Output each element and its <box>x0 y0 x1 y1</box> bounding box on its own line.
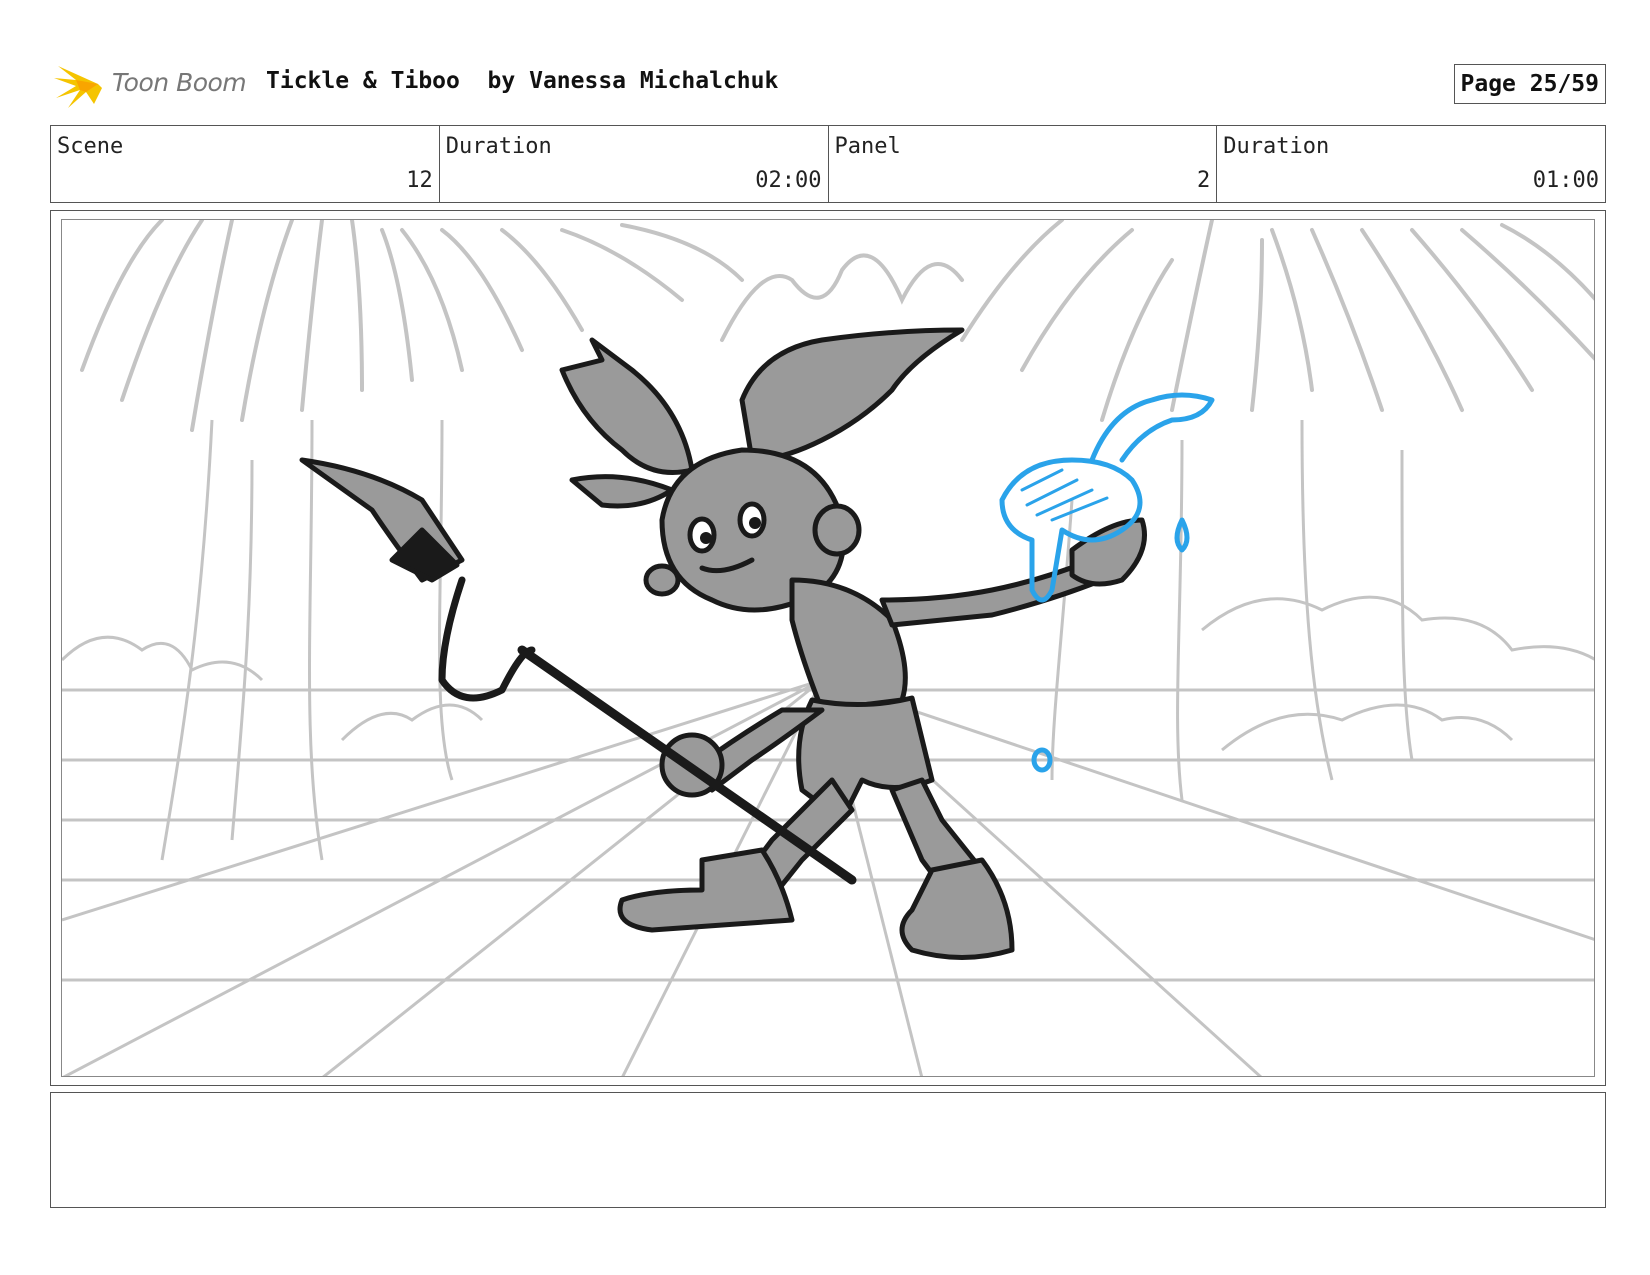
scene-duration-cell: Duration 02:00 <box>440 126 829 202</box>
panel-notes-box <box>50 1092 1606 1208</box>
panel-duration-value: 01:00 <box>1532 168 1599 193</box>
toon-boom-starburst-icon <box>54 66 102 108</box>
storyboard-panel-frame <box>50 210 1606 1086</box>
panel-duration-cell: Duration 01:00 <box>1217 126 1605 202</box>
sketch-illustration <box>62 220 1594 1076</box>
character <box>299 327 1147 960</box>
panel-duration-label: Duration <box>1223 134 1330 159</box>
scene-label: Scene <box>57 134 124 159</box>
toon-boom-logo: Toon Boom <box>54 58 254 112</box>
page-header: Toon Boom Tickle & Tiboo by Vanessa Mich… <box>50 56 1606 112</box>
scene-duration-label: Duration <box>445 134 552 159</box>
scene-info-table: Scene 12 Duration 02:00 Panel 2 Duration… <box>50 125 1606 203</box>
panel-cell: Panel 2 <box>829 126 1218 202</box>
scene-value: 12 <box>406 168 433 193</box>
panel-label: Panel <box>834 134 901 159</box>
logo-text: Toon Boom <box>112 68 247 97</box>
panel-value: 2 <box>1197 168 1211 193</box>
page-number: Page 25/59 <box>1453 64 1606 104</box>
scene-cell: Scene 12 <box>51 126 440 202</box>
scene-duration-value: 02:00 <box>755 168 822 193</box>
storyboard-title: Tickle & Tiboo by Vanessa Michalchuk <box>266 68 779 94</box>
storyboard-panel-image <box>61 219 1595 1077</box>
